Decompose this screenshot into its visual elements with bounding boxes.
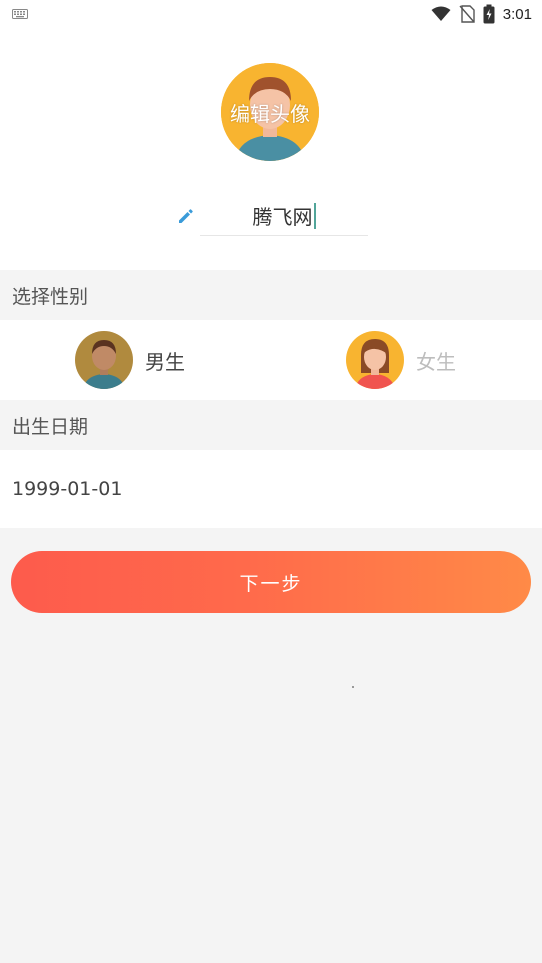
avatar-label: 编辑头像: [230, 101, 310, 126]
gender-option-male[interactable]: 男生: [75, 320, 185, 400]
gender-option-female[interactable]: 女生: [346, 320, 456, 400]
stray-dot: [352, 686, 354, 688]
keyboard-icon: [12, 9, 28, 19]
text-cursor: [313, 202, 316, 229]
no-sim-icon: [459, 5, 475, 23]
pencil-icon: [179, 209, 193, 223]
avatar-edit-button[interactable]: 编辑头像: [221, 63, 319, 161]
gender-label-female: 女生: [416, 349, 456, 374]
birthday-value: 1999-01-01: [12, 478, 123, 500]
gender-label-male: 男生: [145, 349, 185, 374]
gender-section-header: 选择性别: [0, 270, 542, 320]
profile-section: 编辑头像 腾飞网: [0, 28, 542, 270]
status-bar: 3:01: [0, 0, 542, 28]
male-avatar-icon: [75, 331, 133, 389]
birthday-picker[interactable]: 1999-01-01: [0, 450, 542, 528]
next-step-button[interactable]: 下一步: [11, 551, 531, 613]
wifi-icon: [431, 6, 451, 21]
female-avatar-icon: [346, 331, 404, 389]
battery-charging-icon: [483, 4, 495, 24]
gender-row: 男生 女生: [0, 320, 542, 400]
nickname-input[interactable]: 腾飞网: [200, 196, 368, 236]
status-time: 3:01: [502, 5, 532, 23]
nickname-value: 腾飞网: [252, 205, 313, 229]
birthday-section-header: 出生日期: [0, 400, 542, 450]
